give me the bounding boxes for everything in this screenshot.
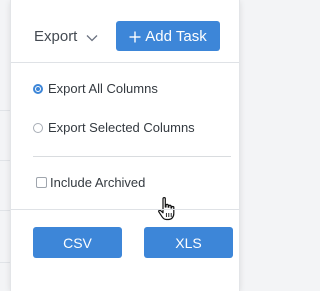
- background-edge: [0, 160, 10, 161]
- export-all-columns-option[interactable]: Export All Columns: [33, 81, 158, 96]
- background-edge: [0, 210, 10, 211]
- footer-divider: [11, 209, 239, 210]
- export-all-columns-label: Export All Columns: [48, 81, 158, 96]
- include-archived-option[interactable]: Include Archived: [36, 175, 145, 190]
- background-edge: [0, 110, 10, 111]
- export-selected-columns-option[interactable]: Export Selected Columns: [33, 120, 195, 135]
- include-archived-checkbox[interactable]: [36, 177, 47, 188]
- export-dropdown[interactable]: Export: [34, 26, 98, 48]
- options-divider: [33, 156, 231, 157]
- export-dropdown-label: Export: [34, 28, 78, 45]
- export-selected-columns-label: Export Selected Columns: [48, 120, 195, 135]
- csv-button[interactable]: CSV: [33, 227, 122, 258]
- panel-toolbar: Export Add Task: [11, 0, 239, 63]
- include-archived-label: Include Archived: [50, 175, 146, 190]
- add-task-label: Add Task: [145, 27, 207, 45]
- radio-dot: [36, 86, 40, 91]
- plus-icon: [129, 30, 141, 43]
- background-edge: [0, 262, 10, 263]
- xls-button[interactable]: XLS: [144, 227, 233, 258]
- chevron-down-icon: [86, 31, 98, 43]
- radio-unselected[interactable]: [33, 122, 43, 133]
- radio-selected[interactable]: [33, 83, 43, 94]
- export-panel: Export Add Task Export All Columns Expor…: [10, 0, 240, 291]
- add-task-button[interactable]: Add Task: [116, 21, 220, 51]
